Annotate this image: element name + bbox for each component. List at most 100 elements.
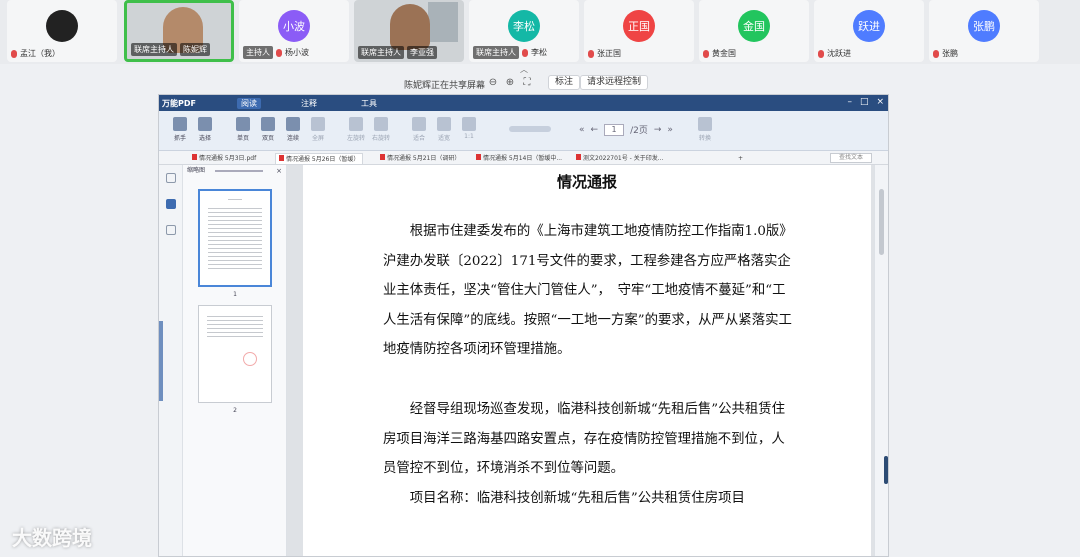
document-paragraph: 根据市住建委发布的《上海市建筑工地疫情防控工作指南1.0版》沪建办发联〔2022… xyxy=(383,224,793,358)
participant-tile[interactable]: 正国 张正国 xyxy=(584,0,694,62)
panel-resize-handle[interactable] xyxy=(159,321,163,401)
rotate-right-button[interactable]: 右旋转 xyxy=(370,115,392,142)
pdf-icon xyxy=(380,154,385,160)
zoom-slider[interactable] xyxy=(509,126,551,132)
participant-tile[interactable]: 跃进 沈跃进 xyxy=(814,0,924,62)
continuous-button[interactable]: 连续 xyxy=(282,115,304,142)
tab-tools[interactable]: 工具 xyxy=(357,98,381,109)
prev-page-icon[interactable]: ← xyxy=(591,125,599,135)
pdf-app-window: 万能PDF 阅读 注释 工具 – □ × 抓手 选择 单页 双页 连续 全屏 左… xyxy=(158,94,889,557)
participant-tile[interactable]: 小波 主持人 杨小波 xyxy=(239,0,349,62)
participant-tile-active[interactable]: 联席主持人 陈妮辉 xyxy=(124,0,234,62)
pdf-page: 情况通报 根据市住建委发布的《上海市建筑工地疫情防控工作指南1.0版》沪建办发联… xyxy=(303,165,871,556)
document-view: 情况通报 根据市住建委发布的《上海市建筑工地疫情防控工作指南1.0版》沪建办发联… xyxy=(287,165,874,556)
document-title: 情况通报 xyxy=(556,173,617,191)
fullscreen-label: 全屏 xyxy=(311,135,324,142)
cursor-icon xyxy=(198,117,212,131)
fit-width-button[interactable]: 适宽 xyxy=(433,115,455,142)
role-badge: 联席主持人 xyxy=(473,46,519,59)
background-window xyxy=(428,2,458,42)
avatar: 李松 xyxy=(508,10,540,42)
doc-tab[interactable]: 情况通报 5月21日（调研） xyxy=(377,153,463,164)
bookmark-icon[interactable] xyxy=(165,173,176,183)
continuous-label: 连续 xyxy=(286,135,299,142)
maximize-icon[interactable]: □ xyxy=(860,97,869,107)
participant-name: 张鹏 xyxy=(942,49,958,58)
role-badge: 联席主持人 xyxy=(131,43,177,56)
participant-name: 孟江（我） xyxy=(20,49,60,58)
participant-tile[interactable]: 金国 黄金国 xyxy=(699,0,809,62)
zoom-in-icon[interactable]: ⊕ xyxy=(504,77,516,89)
document-paragraph: 项目名称：临港科技创新城“先租后售”公共租赁住房项目 xyxy=(409,491,745,506)
select-tool-label: 选择 xyxy=(198,135,211,142)
actual-size-icon xyxy=(462,117,476,131)
app-logo: 万能PDF xyxy=(162,99,196,108)
close-icon[interactable]: × xyxy=(876,97,884,107)
page-navigation: « ← 1 /2页 → » xyxy=(579,123,673,136)
attachment-icon[interactable] xyxy=(165,225,176,235)
page-thumbnail[interactable] xyxy=(198,305,272,403)
select-tool-button[interactable]: 选择 xyxy=(194,115,216,142)
fit-page-button[interactable]: 适合 xyxy=(408,115,430,142)
scroll-thumb[interactable] xyxy=(879,189,884,255)
pdf-icon xyxy=(279,155,284,161)
hand-tool-button[interactable]: 抓手 xyxy=(169,115,191,142)
page-number-input[interactable]: 1 xyxy=(604,123,625,136)
participant-tile[interactable]: 孟江（我） xyxy=(7,0,117,62)
doc-tab[interactable]: 情况通报 5月3日.pdf xyxy=(189,153,259,164)
fit-width-icon xyxy=(437,117,451,131)
close-pane-icon[interactable]: × xyxy=(276,165,282,177)
mic-muted-icon xyxy=(276,48,282,57)
role-badge: 联席主持人 xyxy=(358,46,404,59)
doc-tab[interactable]: 情况通报 5月14日（暂缓中... xyxy=(473,153,565,164)
last-page-icon[interactable]: » xyxy=(667,125,673,135)
hand-tool-label: 抓手 xyxy=(173,135,186,142)
convert-button[interactable]: 转换 xyxy=(694,115,716,142)
double-page-icon xyxy=(261,117,275,131)
doc-tab-label: 测文2022701号 - 关于印发... xyxy=(583,155,664,162)
participant-tile[interactable]: 联席主持人 李亚强 xyxy=(354,0,464,62)
actual-size-button[interactable]: 1:1 xyxy=(458,115,480,140)
single-page-button[interactable]: 单页 xyxy=(232,115,254,142)
share-status-text: 陈妮辉正在共享屏幕 xyxy=(404,81,486,91)
zoom-out-icon[interactable]: ⊖ xyxy=(487,77,499,89)
double-page-button[interactable]: 双页 xyxy=(257,115,279,142)
next-page-icon[interactable]: → xyxy=(654,125,662,135)
fit-screen-icon[interactable]: ⛶ xyxy=(521,77,533,89)
new-tab-icon[interactable]: + xyxy=(735,153,746,164)
app-titlebar: 万能PDF 阅读 注释 工具 – □ × xyxy=(159,95,888,111)
participant-tile[interactable]: 李松 联席主持人 李松 xyxy=(469,0,579,62)
tab-read[interactable]: 阅读 xyxy=(237,98,261,109)
fullscreen-button[interactable]: 全屏 xyxy=(307,115,329,142)
doc-tab[interactable]: 测文2022701号 - 关于印发... xyxy=(573,153,666,164)
participant-name: 陈妮辉 xyxy=(180,43,210,56)
tab-annotate[interactable]: 注释 xyxy=(297,98,321,109)
thumbnail-icon[interactable] xyxy=(165,199,176,209)
page-thumbnail[interactable] xyxy=(198,189,272,287)
mic-muted-icon xyxy=(522,48,528,57)
thumbnail-pane-title: 缩略图 xyxy=(187,167,206,174)
mic-muted-icon xyxy=(933,49,939,58)
participant-name: 沈跃进 xyxy=(827,49,851,58)
convert-label: 转换 xyxy=(698,135,711,142)
participant-tile[interactable]: 张鹏 张鹏 xyxy=(929,0,1039,62)
request-remote-control-button[interactable]: 请求远程控制 xyxy=(580,75,649,90)
first-page-icon[interactable]: « xyxy=(579,125,585,135)
avatar: 正国 xyxy=(623,10,655,42)
thumbnail-size-slider[interactable] xyxy=(215,170,263,172)
annotate-button[interactable]: 标注 xyxy=(548,75,581,90)
vertical-scrollbar[interactable] xyxy=(874,165,888,556)
side-handle[interactable] xyxy=(884,456,888,484)
watermark: 大数跨境 xyxy=(12,526,92,550)
doc-tab-label: 情况通报 5月21日（调研） xyxy=(387,155,461,162)
pdf-icon xyxy=(476,154,481,160)
doc-tab-active[interactable]: 情况通报 5月26日（暂缓） xyxy=(275,153,364,164)
search-input[interactable]: 查找文本 xyxy=(830,153,872,163)
single-page-icon xyxy=(236,117,250,131)
minimize-icon[interactable]: – xyxy=(847,97,852,107)
rotate-left-button[interactable]: 左旋转 xyxy=(345,115,367,142)
rotate-right-label: 右旋转 xyxy=(371,135,390,142)
pdf-icon xyxy=(576,154,581,160)
continuous-icon xyxy=(286,117,300,131)
role-badge: 主持人 xyxy=(243,46,273,59)
